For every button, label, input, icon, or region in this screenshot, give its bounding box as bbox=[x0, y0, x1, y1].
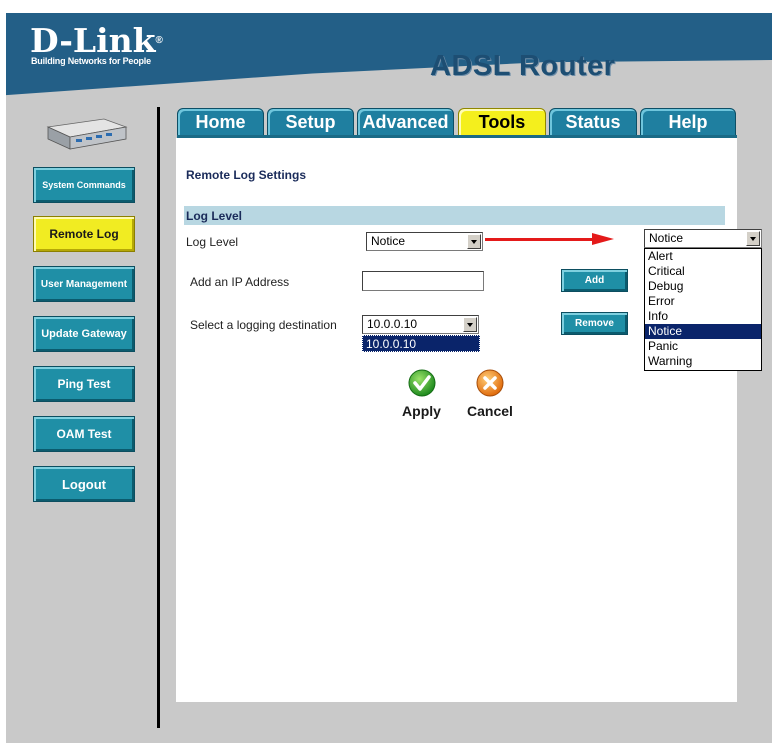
page-title: Remote Log Settings bbox=[186, 168, 307, 182]
chevron-down-icon[interactable] bbox=[463, 317, 477, 332]
remove-button-label: Remove bbox=[575, 318, 614, 329]
add-ip-label: Add an IP Address bbox=[190, 275, 290, 289]
tab-label: Advanced bbox=[362, 111, 449, 132]
product-title: ADSL Router bbox=[430, 50, 616, 82]
add-button[interactable]: Add bbox=[561, 269, 628, 292]
dlink-logo: D-Link® bbox=[30, 24, 163, 57]
sidebar-item-label: System Commands bbox=[42, 180, 126, 190]
cancel-label: Cancel bbox=[467, 403, 513, 419]
dropdown-option-error[interactable]: Error bbox=[645, 294, 761, 309]
tab-home[interactable]: Home bbox=[177, 108, 264, 136]
dropdown-option-notice[interactable]: Notice bbox=[645, 324, 761, 339]
sidebar-item-label: Ping Test bbox=[57, 377, 111, 391]
dropdown-option-panic[interactable]: Panic bbox=[645, 339, 761, 354]
trademark-mark: ® bbox=[155, 35, 163, 46]
sidebar-item-system-commands[interactable]: System Commands bbox=[33, 167, 135, 203]
tab-setup[interactable]: Setup bbox=[267, 108, 354, 136]
sidebar-item-logout[interactable]: Logout bbox=[33, 466, 135, 502]
log-level-header: Log Level bbox=[186, 209, 243, 223]
sidebar-item-label: Remote Log bbox=[49, 227, 119, 241]
sidebar-item-ping-test[interactable]: Ping Test bbox=[33, 366, 135, 402]
sidebar-divider bbox=[157, 107, 160, 728]
sidebar-item-remote-log[interactable]: Remote Log bbox=[33, 216, 135, 252]
destination-select[interactable]: 10.0.0.10 bbox=[362, 315, 479, 334]
ip-address-input[interactable] bbox=[362, 271, 484, 291]
destination-label: Select a logging destination bbox=[190, 318, 337, 332]
tab-help[interactable]: Help bbox=[640, 108, 736, 136]
sidebar-item-update-gateway[interactable]: Update Gateway bbox=[33, 316, 135, 352]
tab-label: Status bbox=[565, 111, 621, 132]
log-level-label: Log Level bbox=[186, 235, 239, 249]
callout-arrow-line bbox=[485, 238, 595, 241]
add-button-label: Add bbox=[584, 275, 605, 286]
apply-label: Apply bbox=[402, 403, 441, 419]
brand-tagline: Building Networks for People bbox=[31, 56, 151, 66]
tab-label: Setup bbox=[285, 111, 336, 132]
dropdown-option-critical[interactable]: Critical bbox=[645, 264, 761, 279]
sidebar-item-oam-test[interactable]: OAM Test bbox=[33, 416, 135, 452]
tab-advanced[interactable]: Advanced bbox=[357, 108, 454, 136]
log-level-select-value: Notice bbox=[371, 234, 406, 248]
tab-label: Home bbox=[195, 111, 246, 132]
log-level-select[interactable]: Notice bbox=[366, 232, 483, 251]
callout-arrow-head bbox=[592, 233, 614, 245]
cancel-button[interactable]: Cancel bbox=[466, 369, 514, 419]
sidebar-item-label: OAM Test bbox=[56, 427, 112, 441]
chevron-down-icon[interactable] bbox=[467, 234, 481, 249]
checkmark-icon bbox=[408, 369, 435, 397]
chevron-down-icon[interactable] bbox=[746, 231, 760, 246]
tab-label: Tools bbox=[478, 111, 526, 132]
sidebar-item-label: User Management bbox=[40, 278, 128, 290]
router-image bbox=[46, 118, 128, 150]
tab-status[interactable]: Status bbox=[549, 108, 637, 136]
tab-label: Help bbox=[668, 111, 708, 132]
destination-select-value: 10.0.0.10 bbox=[367, 317, 418, 331]
cancel-x-icon bbox=[476, 369, 504, 397]
log-level-options-list: Alert Critical Debug Error Info Notice P… bbox=[644, 248, 762, 371]
dropdown-current-value: Notice bbox=[649, 231, 684, 245]
brand-name: D-Link bbox=[30, 21, 156, 60]
log-level-dropdown-expanded[interactable]: Notice bbox=[644, 229, 762, 248]
destination-option-highlighted[interactable]: 10.0.0.10 bbox=[362, 335, 480, 352]
dropdown-option-debug[interactable]: Debug bbox=[645, 279, 761, 294]
remove-button[interactable]: Remove bbox=[561, 312, 628, 335]
dropdown-option-warning[interactable]: Warning bbox=[645, 354, 761, 369]
dropdown-option-alert[interactable]: Alert bbox=[645, 249, 761, 264]
sidebar-item-label: Logout bbox=[61, 476, 107, 492]
apply-button[interactable]: Apply bbox=[399, 369, 444, 419]
log-level-header-bar bbox=[184, 206, 725, 225]
dropdown-option-info[interactable]: Info bbox=[645, 309, 761, 324]
tab-tools[interactable]: Tools bbox=[458, 108, 546, 136]
sidebar-item-label: Update Gateway bbox=[41, 328, 127, 340]
sidebar-item-user-management[interactable]: User Management bbox=[33, 266, 135, 302]
